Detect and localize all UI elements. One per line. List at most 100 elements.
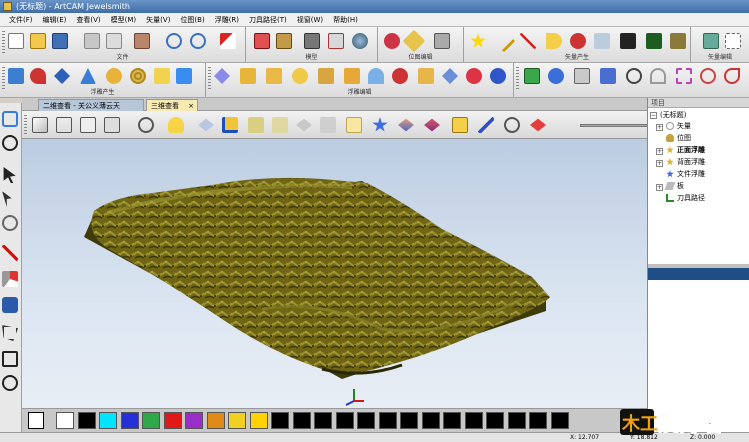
axes-icon[interactable] [222,117,238,133]
tree-item-vectors[interactable]: 矢量 [677,121,691,131]
bitmap-tool-icon[interactable] [434,33,450,49]
select-arrow-icon[interactable] [3,167,16,183]
relief-dome-icon[interactable] [368,68,384,84]
texture-icon[interactable] [398,118,414,132]
palette-swatch[interactable] [185,412,203,429]
globe-grid-icon[interactable] [2,135,18,151]
ruler-icon[interactable] [272,117,288,133]
pave-icon[interactable] [676,68,692,84]
new-icon[interactable] [8,33,24,49]
palette-swatch[interactable] [357,412,375,429]
tree-item-back-relief[interactable]: 背面浮雕 [677,157,705,167]
menu-view[interactable]: 查看(V) [71,13,105,27]
palette-swatch[interactable] [292,412,311,429]
relief-scale-icon[interactable] [240,68,256,84]
depth-icon[interactable] [530,118,546,132]
shank-icon[interactable] [650,68,666,84]
tree-item-bitmap[interactable]: 位图 [677,133,691,143]
relief-merge-icon[interactable] [214,68,230,84]
line-tool-icon[interactable] [520,33,536,49]
circle-tool-icon[interactable] [570,33,586,49]
palette-swatch[interactable] [550,412,569,429]
paste-icon[interactable] [134,33,150,49]
pencil-icon[interactable] [478,117,494,133]
tree-expander[interactable]: + [656,124,663,131]
relief-wrap-icon[interactable] [418,68,434,84]
palette-swatch[interactable] [443,412,461,429]
relief-shape-icon[interactable] [8,68,24,84]
palette-swatch[interactable] [228,412,246,429]
band-icon[interactable] [700,68,716,84]
relief-erase-icon[interactable] [490,68,506,84]
toolbar-grip[interactable] [516,67,519,91]
tree-expander[interactable]: + [656,160,663,167]
tree-expander[interactable]: − [650,112,657,119]
tree-expander[interactable]: + [656,148,663,155]
light-icon[interactable] [168,117,184,133]
relief-paint-icon[interactable] [466,68,482,84]
spin-icon[interactable] [372,117,388,132]
gem-icon[interactable] [600,68,616,84]
camera-icon[interactable] [304,33,320,49]
open-icon[interactable] [30,33,46,49]
palette-swatch[interactable] [99,412,117,429]
flat-icon[interactable] [296,118,312,132]
relief-smooth-icon[interactable] [292,68,308,84]
relief-texture-icon[interactable] [130,68,146,84]
menu-window[interactable]: 视窗(W) [292,13,328,27]
tree-item-toolpaths[interactable]: 刀具路径 [677,193,705,203]
bitmap-color-icon[interactable] [384,33,400,49]
nesting-icon[interactable] [620,33,636,49]
star-icon[interactable] [470,33,486,48]
node-edit-icon[interactable] [703,33,719,49]
rectangle-icon[interactable] [2,351,18,367]
setting-icon[interactable] [626,68,642,84]
relief-pyramid-icon[interactable] [80,68,96,84]
palette-swatch[interactable] [400,412,418,429]
brush-icon[interactable] [2,297,18,313]
relief-bend-icon[interactable] [318,68,334,84]
menu-edit[interactable]: 编辑(E) [38,13,72,27]
relief-offset-icon[interactable] [266,68,282,84]
palette-swatch[interactable] [335,412,354,429]
bitmap-fill-icon[interactable] [402,29,426,53]
menu-file[interactable]: 文件(F) [4,13,38,27]
palette-swatch[interactable] [77,412,96,429]
plane-icon[interactable] [198,118,214,132]
menu-relief[interactable]: 浮雕(R) [210,13,244,27]
palette-swatch[interactable] [206,412,225,429]
palette-swatch[interactable] [314,412,332,429]
relief-sweep-icon[interactable] [154,68,170,84]
ellipse-tool-icon[interactable] [594,33,610,49]
chevron-icon[interactable] [492,29,516,53]
node-arrow-icon[interactable] [2,191,12,207]
view-front-icon[interactable] [80,117,96,133]
palette-swatch[interactable] [507,412,526,429]
tree-item-front-relief[interactable]: 正面浮雕 [677,145,705,155]
hook-icon[interactable] [724,68,740,84]
tree-item-file-relief[interactable]: 文件浮雕 [677,169,705,179]
relief-sculpt-icon[interactable] [392,68,408,84]
toolbar-grip[interactable] [24,115,27,135]
current-color-swatch[interactable] [28,412,44,429]
tab-3d-view[interactable]: 三维查看 × [146,99,198,111]
add-icon[interactable] [524,68,540,84]
relief-warp-icon[interactable] [442,68,458,84]
relief-spring-icon[interactable] [106,68,122,84]
toolbar-grip[interactable] [208,67,211,91]
bezel-icon[interactable] [574,68,590,84]
mesh-icon[interactable] [248,117,264,133]
bear-icon[interactable] [276,33,292,49]
text-icon[interactable] [646,33,662,49]
menu-toolpaths[interactable]: 刀具路径(T) [244,13,292,27]
circle-icon[interactable] [2,375,18,391]
material-icon[interactable] [424,118,440,132]
pen-icon[interactable] [328,33,344,49]
select-nodes-icon[interactable] [725,33,741,49]
tree-item-board[interactable]: 板 [677,181,684,191]
cut-icon[interactable] [84,33,100,49]
copy-icon[interactable] [106,33,122,49]
tree-item-root[interactable]: (无标题) [660,110,686,120]
tab-2d-view[interactable]: 二维查看 - 关公义薄云天 [38,99,144,111]
board-icon[interactable] [320,117,336,133]
